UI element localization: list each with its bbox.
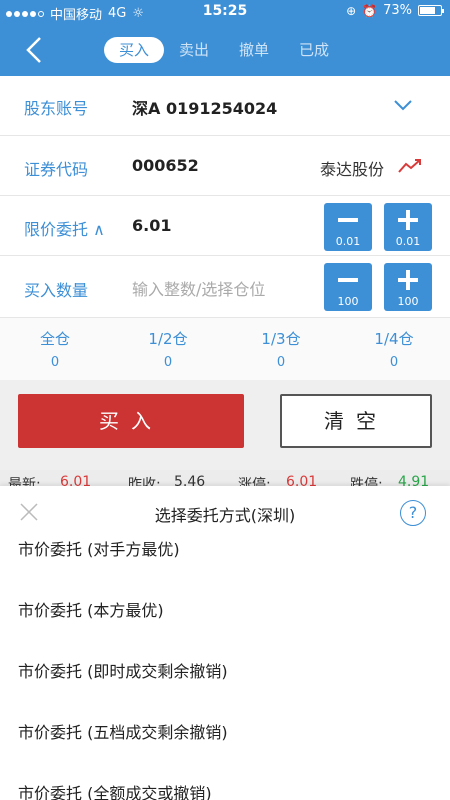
- position-third[interactable]: 1/3仓 0: [226, 328, 336, 370]
- trend-chart-icon[interactable]: [398, 158, 424, 174]
- action-area: 买入 清空: [0, 380, 450, 470]
- quantity-increase-button[interactable]: 100: [384, 263, 432, 311]
- limit-up-price: 6.01: [286, 474, 318, 486]
- battery-percent: 73%: [383, 3, 412, 18]
- price-increase-step: 0.01: [395, 235, 421, 248]
- quantity-input[interactable]: 输入整数/选择仓位: [132, 276, 265, 300]
- tab-sell[interactable]: 卖出: [164, 37, 224, 63]
- latest-price: 6.01: [60, 474, 92, 486]
- quantity-label: 买入数量: [24, 281, 89, 300]
- order-type-option[interactable]: 市价委托 (对手方最优): [18, 536, 180, 560]
- quantity-decrease-button[interactable]: 100: [324, 263, 372, 311]
- position-count: 0: [389, 355, 399, 370]
- price-row: 限价委托 ∧ 6.01: [0, 196, 450, 256]
- sheet-title: 选择委托方式(深圳): [154, 506, 296, 525]
- account-value: 深A 0191254024: [132, 99, 278, 118]
- stock-code-label: 证券代码: [24, 160, 89, 179]
- tab-buy[interactable]: 买入: [104, 37, 164, 63]
- battery-icon: [418, 5, 444, 16]
- clear-button[interactable]: 清空: [280, 394, 432, 448]
- order-type-option[interactable]: 市价委托 (五档成交剩余撤销): [18, 719, 228, 743]
- app-header: 中国移动 4G ☼ 15:25 ⊕ ⏰ 73% 买入 卖出 撤单 已成: [0, 0, 450, 76]
- position-quarter[interactable]: 1/4仓 0: [339, 328, 449, 370]
- order-type-sheet: 选择委托方式(深圳) ?: [0, 486, 450, 800]
- prev-close-price: 5.46: [174, 474, 206, 486]
- position-label: 全仓: [39, 330, 70, 348]
- plus-icon: [398, 210, 418, 230]
- orientation-lock-icon: ⊕: [346, 3, 357, 18]
- order-type-option[interactable]: 市价委托 (本方最优): [18, 597, 164, 621]
- latest-label: 最新:: [8, 477, 41, 486]
- status-bar: 中国移动 4G ☼ 15:25 ⊕ ⏰ 73%: [0, 0, 450, 24]
- price-decrease-button[interactable]: 0.01: [324, 203, 372, 251]
- position-full[interactable]: 全仓 0: [0, 328, 110, 370]
- plus-icon: [398, 270, 418, 290]
- position-count: 0: [163, 355, 173, 370]
- chevron-down-icon[interactable]: [392, 98, 414, 112]
- position-half[interactable]: 1/2仓 0: [113, 328, 223, 370]
- nav-bar: 买入 卖出 撤单 已成: [0, 26, 450, 74]
- price-decrease-step: 0.01: [335, 235, 361, 248]
- stock-code-input[interactable]: 000652: [132, 156, 199, 175]
- account-row[interactable]: 股东账号 深A 0191254024: [0, 76, 450, 136]
- prev-close-label: 昨收:: [128, 477, 161, 486]
- quantity-increase-step: 100: [397, 295, 419, 308]
- order-type-option[interactable]: 市价委托 (即时成交剩余撤销): [18, 658, 228, 682]
- back-button[interactable]: [20, 34, 48, 66]
- tab-cancel[interactable]: 撤单: [224, 37, 284, 63]
- order-type-toggle[interactable]: 限价委托 ∧: [24, 216, 105, 240]
- position-label: 1/3仓: [261, 330, 301, 348]
- price-increase-button[interactable]: 0.01: [384, 203, 432, 251]
- price-input[interactable]: 6.01: [132, 216, 171, 235]
- buy-button[interactable]: 买入: [18, 394, 244, 448]
- stock-code-row: 证券代码 000652 泰达股份: [0, 136, 450, 196]
- position-label: 1/2仓: [148, 330, 188, 348]
- tab-filled[interactable]: 已成: [284, 37, 344, 63]
- chevron-left-icon: [26, 37, 41, 63]
- quote-strip: 最新: 6.01 昨收: 5.46 涨停: 6.01 跌停: 4.91: [0, 470, 450, 486]
- quantity-decrease-step: 100: [337, 295, 359, 308]
- trade-tabs: 买入 卖出 撤单 已成: [104, 37, 344, 63]
- limit-down-label: 跌停:: [350, 477, 383, 486]
- position-count: 0: [50, 355, 60, 370]
- quantity-row: 买入数量 输入整数/选择仓位: [0, 256, 450, 318]
- position-selector: 全仓 0 1/2仓 0 1/3仓 0 1/4仓 0: [0, 318, 450, 380]
- help-icon[interactable]: ?: [400, 500, 426, 526]
- minus-icon: [338, 278, 358, 282]
- limit-down-price: 4.91: [398, 474, 430, 486]
- limit-up-label: 涨停:: [238, 477, 271, 486]
- order-type-option[interactable]: 市价委托 (全额成交或撤销): [18, 780, 212, 800]
- position-label: 1/4仓: [374, 330, 414, 348]
- stock-name: 泰达股份: [319, 160, 384, 179]
- account-label: 股东账号: [24, 99, 89, 118]
- alarm-icon: ⏰: [362, 3, 378, 18]
- position-count: 0: [276, 355, 286, 370]
- minus-icon: [338, 218, 358, 222]
